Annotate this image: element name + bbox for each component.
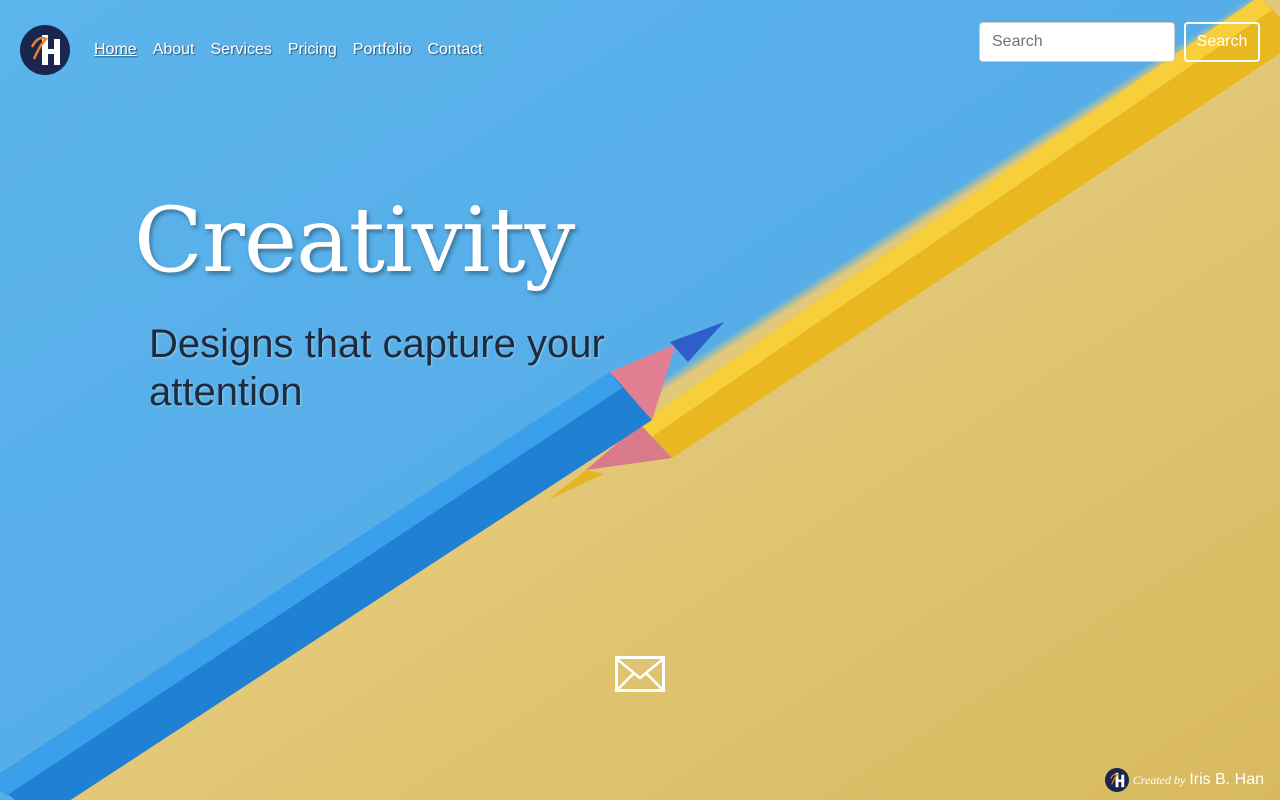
hero-subtitle: Designs that capture your attention (149, 322, 605, 414)
created-by-label: Created by (1132, 772, 1186, 787)
nav-services-link[interactable]: Services (211, 40, 272, 60)
nav-pricing-link[interactable]: Pricing (288, 40, 337, 60)
navbar: Home About Services Pricing Portfolio Co… (0, 0, 1280, 100)
search-button[interactable]: Search (1184, 22, 1260, 62)
author-name-link[interactable]: Iris B. Han (1189, 771, 1264, 789)
nav-links: Home About Services Pricing Portfolio Co… (94, 40, 499, 60)
envelope-icon[interactable] (615, 656, 665, 692)
nav-portfolio-link[interactable]: Portfolio (353, 40, 412, 60)
brand-logo[interactable] (20, 25, 70, 75)
search-input[interactable] (979, 22, 1175, 62)
logo-mark-icon (20, 25, 70, 75)
nav-about-link[interactable]: About (153, 40, 195, 60)
nav-contact-link[interactable]: Contact (427, 40, 482, 60)
author-logo-icon (1104, 768, 1129, 792)
nav-home-link[interactable]: Home (94, 40, 137, 60)
footer-credit: Created by Iris B. Han (1104, 768, 1264, 792)
hero-title: Creativity (134, 188, 575, 293)
